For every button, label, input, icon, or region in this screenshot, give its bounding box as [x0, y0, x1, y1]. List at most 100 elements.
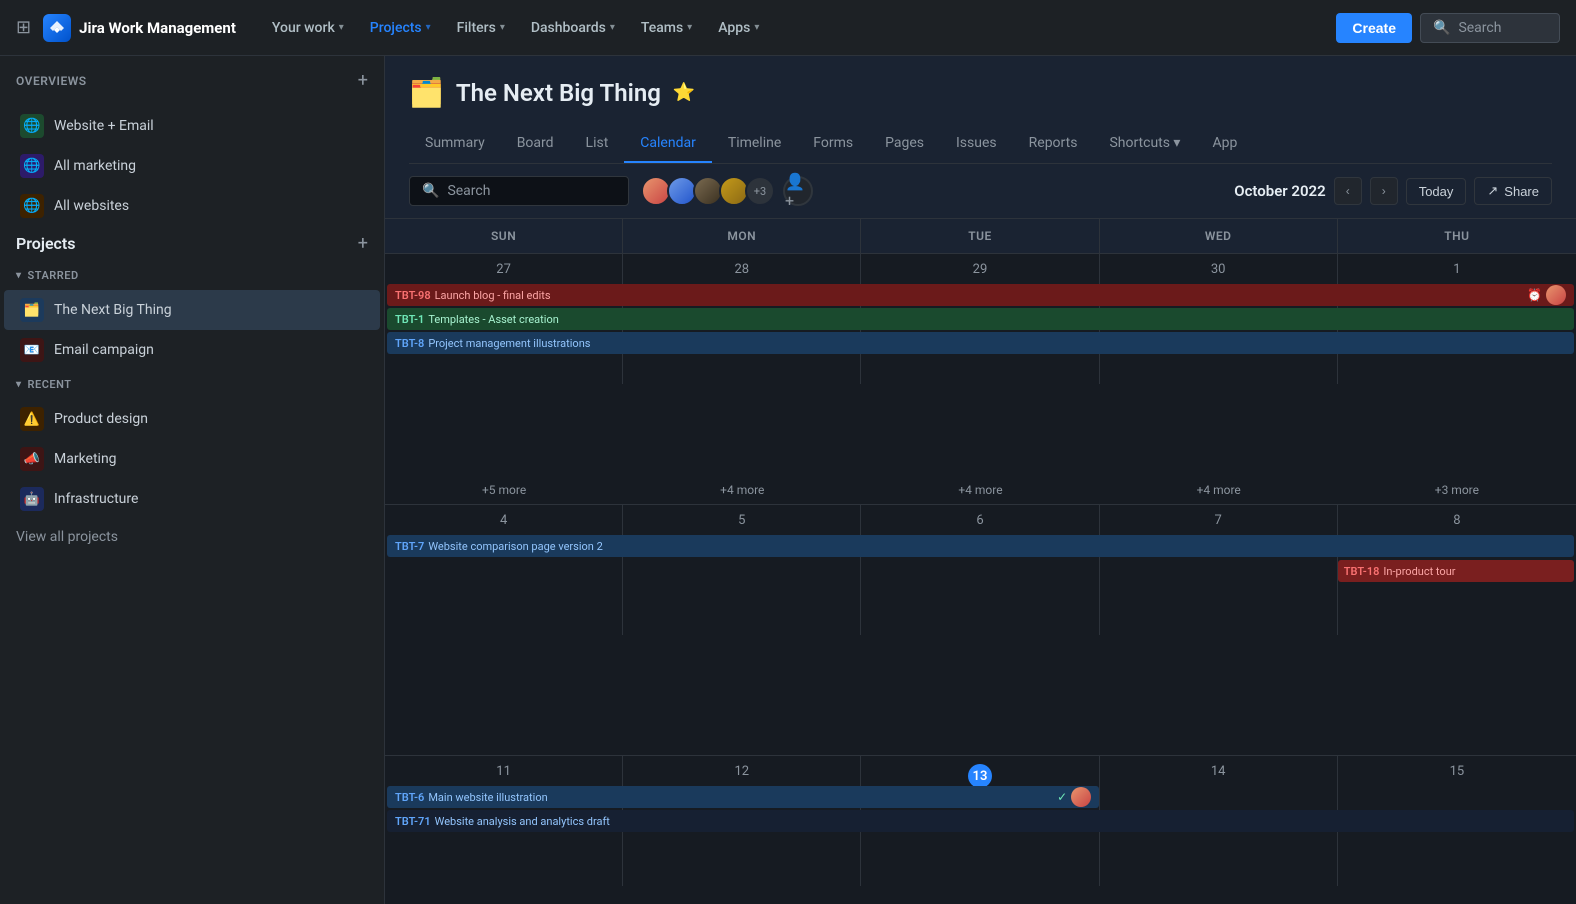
tab-shortcuts[interactable]: Shortcuts ▾ — [1093, 125, 1196, 163]
create-button[interactable]: Create — [1336, 13, 1412, 43]
project-header: 🗂️ The Next Big Thing ⭐ Summary Board Li… — [385, 56, 1576, 164]
more-link-3[interactable]: +4 more — [861, 479, 1099, 498]
event-tbt-7[interactable]: TBT-7 Website comparison page version 2 — [387, 535, 1574, 557]
main-layout: Overviews + 🌐 Website + Email 🌐 All mark… — [0, 56, 1576, 904]
sidebar-item-label: The Next Big Thing — [54, 302, 172, 318]
calendar-week-1: 27 28 29 30 1 TBT-98 Launch blog - final… — [385, 254, 1576, 505]
calendar-cell[interactable]: 4 — [385, 505, 623, 635]
week1-more-links: +5 more +4 more +4 more +4 more +3 more — [385, 479, 1576, 498]
add-project-button[interactable]: + — [358, 235, 368, 253]
add-overview-button[interactable]: + — [358, 72, 368, 90]
prev-month-button[interactable]: ‹ — [1334, 177, 1362, 205]
logo-icon — [43, 14, 71, 42]
calendar-cell[interactable]: 7 — [1100, 505, 1338, 635]
date-11: 11 — [391, 764, 616, 779]
product-design-icon: ⚠️ — [20, 407, 44, 431]
sidebar-item-email-campaign[interactable]: 📧 Email campaign — [4, 330, 380, 370]
event-id: TBT-6 — [395, 791, 424, 804]
project-title-row: 🗂️ The Next Big Thing ⭐ — [409, 76, 1552, 109]
tab-calendar[interactable]: Calendar — [624, 125, 712, 163]
header-mon: MON — [623, 219, 861, 253]
date-7: 7 — [1106, 513, 1331, 528]
nav-search[interactable]: 🔍 Search — [1420, 13, 1560, 43]
all-marketing-icon: 🌐 — [20, 154, 44, 178]
nav-items: Your work ▾ Projects ▾ Filters ▾ Dashboa… — [260, 14, 1321, 42]
share-button[interactable]: ↗ Share — [1474, 177, 1552, 205]
tab-pages[interactable]: Pages — [869, 125, 940, 163]
dashboards-nav[interactable]: Dashboards ▾ — [519, 14, 627, 42]
event-tbt-98[interactable]: TBT-98 Launch blog - final edits ⏰ — [387, 284, 1574, 306]
add-member-button[interactable]: 👤+ — [783, 176, 813, 206]
all-websites-icon: 🌐 — [20, 194, 44, 218]
sidebar-item-label: Infrastructure — [54, 491, 138, 507]
teams-nav[interactable]: Teams ▾ — [629, 14, 704, 42]
sidebar-item-product-design[interactable]: ⚠️ Product design — [4, 399, 380, 439]
your-work-nav[interactable]: Your work ▾ — [260, 14, 356, 42]
projects-nav[interactable]: Projects ▾ — [358, 14, 443, 42]
calendar-cell[interactable]: 6 — [861, 505, 1099, 635]
tab-issues[interactable]: Issues — [940, 125, 1013, 163]
event-id: TBT-18 — [1344, 565, 1380, 578]
avatars-row: +3 👤+ — [641, 176, 1222, 206]
next-month-button[interactable]: › — [1370, 177, 1398, 205]
tab-reports[interactable]: Reports — [1013, 125, 1094, 163]
sidebar-item-all-marketing[interactable]: 🌐 All marketing — [4, 146, 380, 186]
filters-nav[interactable]: Filters ▾ — [445, 14, 517, 42]
more-link-1[interactable]: +5 more — [385, 479, 623, 498]
event-title: Website comparison page version 2 — [428, 540, 602, 553]
sidebar-item-marketing[interactable]: 📣 Marketing — [4, 439, 380, 479]
week1-events: TBT-98 Launch blog - final edits ⏰ TBT-1… — [385, 282, 1576, 356]
avatar-more[interactable]: +3 — [745, 176, 775, 206]
event-tbt-71[interactable]: TBT-71 Website analysis and analytics dr… — [387, 810, 1574, 832]
chevron-icon: ▾ — [754, 22, 759, 33]
overviews-header: Overviews + — [16, 72, 368, 90]
date-4: 4 — [391, 513, 616, 528]
tab-board[interactable]: Board — [501, 125, 570, 163]
sidebar-item-tnbt[interactable]: 🗂️ The Next Big Thing — [4, 290, 380, 330]
starred-section-header[interactable]: ▾ STARRED — [0, 261, 384, 290]
tab-timeline[interactable]: Timeline — [712, 125, 797, 163]
date-29: 29 — [867, 262, 1092, 277]
tab-list[interactable]: List — [570, 125, 625, 163]
sidebar-item-all-websites[interactable]: 🌐 All websites — [4, 186, 380, 226]
date-8: 8 — [1344, 513, 1570, 528]
calendar-day-headers: SUN MON TUE WED THU — [385, 219, 1576, 254]
sidebar-item-label: Product design — [54, 411, 148, 427]
date-5: 5 — [629, 513, 854, 528]
sidebar-item-website-email[interactable]: 🌐 Website + Email — [4, 106, 380, 146]
event-id: TBT-1 — [395, 313, 424, 326]
view-all-projects-link[interactable]: View all projects — [0, 519, 384, 555]
date-6: 6 — [867, 513, 1092, 528]
calendar-cell[interactable]: 5 — [623, 505, 861, 635]
event-tbt-6[interactable]: TBT-6 Main website illustration ✓ — [387, 786, 1099, 808]
tab-forms[interactable]: Forms — [797, 125, 869, 163]
event-id: TBT-71 — [395, 815, 431, 828]
sidebar-item-label: All websites — [54, 198, 129, 214]
more-link-4[interactable]: +4 more — [1100, 479, 1338, 498]
projects-title: Projects — [16, 234, 76, 253]
grid-icon[interactable]: ⊞ — [16, 17, 31, 38]
date-1: 1 — [1344, 262, 1570, 277]
app-logo[interactable]: Jira Work Management — [43, 14, 236, 42]
event-id: TBT-8 — [395, 337, 424, 350]
event-title: Templates - Asset creation — [428, 313, 558, 326]
marketing-icon: 📣 — [20, 447, 44, 471]
project-emoji: 🗂️ — [409, 76, 444, 109]
today-button[interactable]: Today — [1406, 178, 1467, 205]
star-icon[interactable]: ⭐ — [673, 82, 695, 103]
chevron-icon: ▾ — [500, 22, 505, 33]
tab-app[interactable]: App — [1196, 125, 1253, 163]
event-tbt-1[interactable]: TBT-1 Templates - Asset creation — [387, 308, 1574, 330]
sidebar-item-infrastructure[interactable]: 🤖 Infrastructure — [4, 479, 380, 519]
event-tbt-8[interactable]: TBT-8 Project management illustrations — [387, 332, 1574, 354]
sidebar-item-label: Website + Email — [54, 118, 154, 134]
recent-section-header[interactable]: ▾ RECENT — [0, 370, 384, 399]
top-nav: ⊞ Jira Work Management Your work ▾ Proje… — [0, 0, 1576, 56]
event-tbt-18[interactable]: TBT-18 In-product tour — [1338, 560, 1574, 582]
more-link-2[interactable]: +4 more — [623, 479, 861, 498]
apps-nav[interactable]: Apps ▾ — [706, 14, 771, 42]
tab-summary[interactable]: Summary — [409, 125, 501, 163]
more-link-5[interactable]: +3 more — [1338, 479, 1576, 498]
chevron-icon: ▾ — [687, 22, 692, 33]
calendar-search[interactable]: 🔍 Search — [409, 176, 629, 206]
